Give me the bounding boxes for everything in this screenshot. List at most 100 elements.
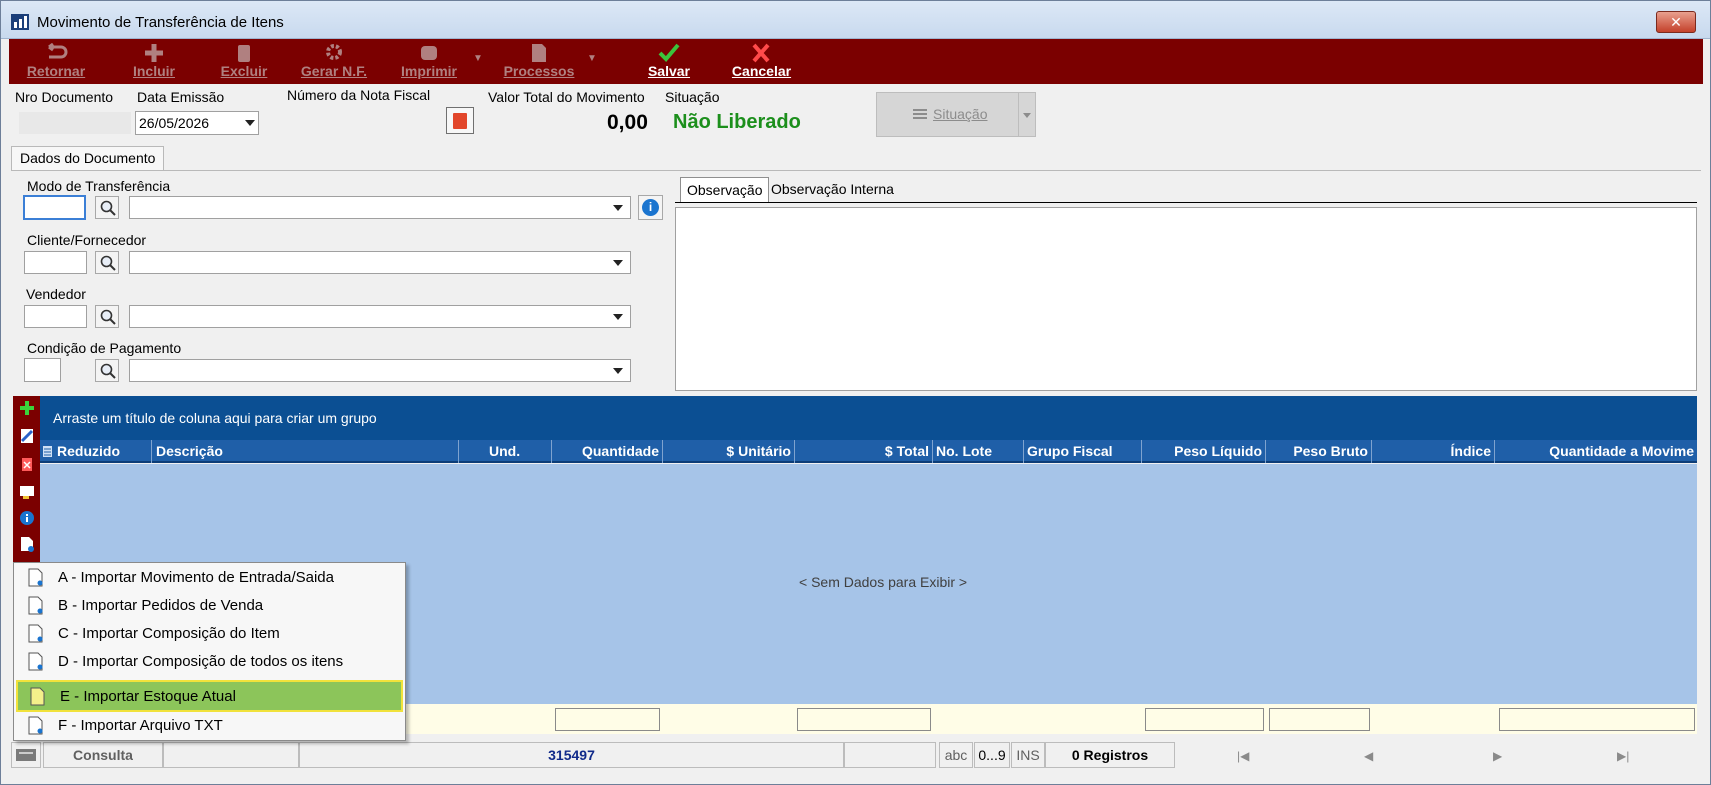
- menu-item-label: D - Importar Composição de todos os iten…: [58, 653, 344, 670]
- document-icon: [28, 716, 43, 735]
- column-peso-bruto[interactable]: Peso Bruto: [1266, 440, 1372, 463]
- cliente-select[interactable]: [129, 251, 631, 274]
- cliente-search-button[interactable]: [95, 251, 119, 274]
- status-empty-1: [163, 742, 299, 768]
- toolbar-salvar-label: Salvar: [647, 63, 691, 79]
- condicao-search-button[interactable]: [95, 359, 119, 382]
- menu-item-import-txt[interactable]: F - Importar Arquivo TXT: [16, 713, 403, 739]
- modo-transferencia-select[interactable]: [129, 196, 631, 219]
- cliente-code-input[interactable]: [24, 251, 87, 274]
- status-empty-2: [844, 742, 936, 768]
- tab-observacao[interactable]: Observação: [680, 177, 770, 202]
- condicao-code-input[interactable]: [24, 358, 61, 382]
- add-row-icon[interactable]: [19, 400, 35, 416]
- tab-observacao-interna[interactable]: Observação Interna: [765, 177, 900, 202]
- nav-first-icon[interactable]: |◀: [1237, 749, 1249, 763]
- status-digits: 0...9: [974, 742, 1010, 768]
- document-icon: [532, 44, 546, 62]
- vendedor-search-button[interactable]: [95, 305, 119, 328]
- search-icon: [100, 363, 116, 379]
- data-emissao-label: Data Emissão: [137, 89, 225, 105]
- title-bar: Movimento de Transferência de Itens ✕: [1, 1, 1710, 39]
- condicao-pagamento-label: Condição de Pagamento: [27, 340, 182, 356]
- valor-total-label: Valor Total do Movimento: [488, 89, 645, 105]
- status-mode: Consulta: [43, 742, 163, 768]
- toolbar-imprimir-button[interactable]: Imprimir: [389, 41, 469, 81]
- condicao-select[interactable]: [129, 359, 631, 382]
- grid-group-bar[interactable]: Arraste um título de coluna aqui para cr…: [40, 396, 1697, 440]
- modo-transferencia-label: Modo de Transferência: [27, 178, 171, 194]
- status-bar: Consulta 315497 abc 0...9 INS 0 Registro…: [9, 740, 1703, 770]
- toolbar-salvar-button[interactable]: Salvar: [629, 41, 709, 81]
- grid-group-hint: Arraste um título de coluna aqui para cr…: [53, 410, 377, 426]
- chevron-down-icon[interactable]: [613, 367, 623, 374]
- situacao-button[interactable]: Situação: [876, 92, 1036, 137]
- data-emissao-value: 26/05/2026: [139, 115, 210, 131]
- chevron-down-icon[interactable]: [613, 204, 623, 211]
- toolbar-excluir-label: Excluir: [220, 63, 268, 79]
- search-icon: [100, 309, 116, 325]
- close-button[interactable]: ✕: [1656, 11, 1696, 33]
- column-grupo-fiscal[interactable]: Grupo Fiscal: [1024, 440, 1142, 463]
- nav-next-icon[interactable]: ▶: [1493, 749, 1502, 763]
- keyboard-icon: [11, 742, 41, 768]
- toolbar-incluir-button[interactable]: Incluir: [119, 41, 189, 81]
- column-no-lote[interactable]: No. Lote: [933, 440, 1024, 463]
- menu-item-import-movimento[interactable]: A - Importar Movimento de Entrada/Saida: [16, 565, 403, 591]
- delete-icon[interactable]: [19, 456, 35, 472]
- toolbar-processos-button[interactable]: Processos: [494, 41, 584, 81]
- chevron-down-icon[interactable]: [613, 313, 623, 320]
- column-reduzido[interactable]: Reduzido: [54, 440, 152, 463]
- imprimir-dropdown-arrow[interactable]: ▼: [473, 53, 483, 64]
- vendedor-code-input[interactable]: [24, 305, 87, 328]
- check-icon: [658, 43, 680, 62]
- trash-icon: [238, 45, 250, 62]
- column-quantidade-movimentar[interactable]: Quantidade a Movime: [1495, 440, 1697, 463]
- nav-last-icon[interactable]: ▶|: [1617, 749, 1629, 763]
- info-icon[interactable]: [19, 510, 35, 526]
- situacao-value: Não Liberado: [673, 111, 801, 133]
- tab-dados-documento[interactable]: Dados do Documento: [11, 146, 165, 171]
- modo-search-button[interactable]: [95, 196, 119, 219]
- toolbar-retornar-label: Retornar: [26, 63, 86, 79]
- pdf-icon: [453, 113, 467, 129]
- modo-transferencia-code-input[interactable]: [23, 195, 86, 220]
- toolbar-cancelar-label: Cancelar: [731, 63, 792, 79]
- chevron-down-icon[interactable]: [245, 120, 255, 126]
- menu-item-import-pedidos[interactable]: B - Importar Pedidos de Venda: [16, 593, 403, 619]
- info-button[interactable]: i: [638, 195, 663, 220]
- column-descricao[interactable]: Descrição: [153, 440, 459, 463]
- main-window: Movimento de Transferência de Itens ✕ Re…: [0, 0, 1711, 785]
- pdf-button[interactable]: [446, 107, 474, 134]
- menu-item-label: C - Importar Composição do Item: [58, 625, 280, 642]
- import-document-icon[interactable]: [19, 536, 35, 552]
- comment-icon[interactable]: [19, 484, 35, 500]
- toolbar-retornar-button[interactable]: Retornar: [21, 41, 91, 81]
- vendedor-select[interactable]: [129, 305, 631, 328]
- menu-item-import-composicao[interactable]: C - Importar Composição do Item: [16, 621, 403, 647]
- column-peso-liquido[interactable]: Peso Líquido: [1142, 440, 1266, 463]
- column-und[interactable]: Und.: [489, 440, 552, 463]
- menu-item-import-estoque[interactable]: E - Importar Estoque Atual: [16, 680, 403, 712]
- document-icon: [28, 624, 43, 643]
- menu-item-import-composicao-todos[interactable]: D - Importar Composição de todos os iten…: [16, 649, 403, 675]
- toolbar-cancelar-button[interactable]: Cancelar: [719, 41, 804, 81]
- column-quantidade[interactable]: Quantidade: [552, 440, 663, 463]
- menu-item-label: A - Importar Movimento de Entrada/Saida: [58, 569, 334, 586]
- toolbar-gerar-nf-button[interactable]: Gerar N.F.: [294, 41, 374, 81]
- column-total[interactable]: $ Total: [795, 440, 933, 463]
- observacao-textarea[interactable]: [675, 207, 1697, 391]
- column-chooser-icon[interactable]: [43, 446, 52, 457]
- toolbar-excluir-button[interactable]: Excluir: [209, 41, 279, 81]
- grid-empty-message: < Sem Dados para Exibir >: [799, 574, 968, 590]
- chevron-down-icon[interactable]: [613, 259, 623, 266]
- import-menu: A - Importar Movimento de Entrada/Saida …: [13, 562, 406, 741]
- edit-icon[interactable]: [19, 428, 35, 444]
- column-indice[interactable]: Índice: [1372, 440, 1495, 463]
- nav-prev-icon[interactable]: ◀: [1364, 749, 1373, 763]
- data-emissao-picker[interactable]: 26/05/2026: [135, 111, 259, 135]
- processos-dropdown-arrow[interactable]: ▼: [587, 53, 597, 64]
- column-unitario[interactable]: $ Unitário: [663, 440, 795, 463]
- chevron-down-icon[interactable]: [1023, 113, 1031, 118]
- numero-nf-label: Número da Nota Fiscal: [287, 87, 431, 103]
